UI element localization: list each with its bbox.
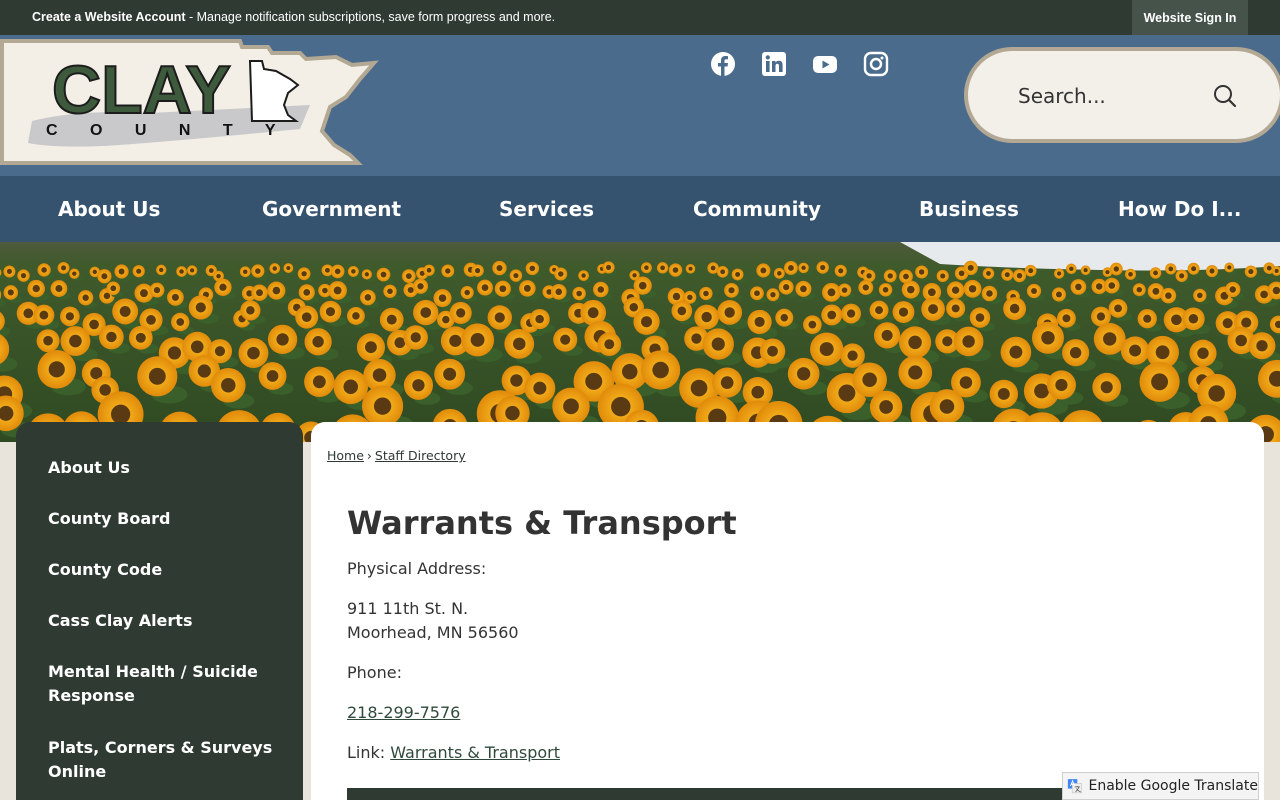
sidebar-item-cass-clay-alerts[interactable]: Cass Clay Alerts <box>48 609 278 633</box>
sign-in-button[interactable]: Website Sign In <box>1132 0 1248 35</box>
page-title: Warrants & Transport <box>347 504 737 542</box>
main-nav: About Us Government Services Community B… <box>0 176 1280 242</box>
sidebar-item-mental-health[interactable]: Mental Health / Suicide Response <box>48 660 278 708</box>
warrants-transport-link[interactable]: Warrants & Transport <box>390 743 560 762</box>
address-line-1: 911 11th St. N. <box>347 599 469 618</box>
breadcrumb-home[interactable]: Home <box>327 448 364 463</box>
sidebar-item-about-us[interactable]: About Us <box>48 456 278 480</box>
site-header: CLAY C O U N T Y <box>0 35 1280 176</box>
youtube-icon[interactable] <box>812 51 838 77</box>
link-label: Link: <box>347 743 391 762</box>
search-icon[interactable] <box>1212 83 1238 109</box>
main-content: Home › Staff Directory Warrants & Transpor… <box>311 422 1264 800</box>
logo-text: CLAY <box>52 52 231 128</box>
address-line-2: Moorhead, MN 56560 <box>347 623 519 642</box>
sidebar-menu: About Us County Board County Code Cass C… <box>16 422 303 800</box>
nav-services[interactable]: Services <box>499 176 594 242</box>
link-row: Link: Warrants & Transport <box>347 743 560 762</box>
create-account-link[interactable]: Create a Website Account <box>32 10 186 24</box>
instagram-icon[interactable] <box>863 51 889 77</box>
breadcrumb-staff-directory[interactable]: Staff Directory <box>375 448 466 463</box>
google-translate-button[interactable]: Enable Google Translate <box>1062 772 1259 800</box>
google-translate-icon <box>1067 779 1082 794</box>
breadcrumb-separator: › <box>366 448 372 463</box>
sidebar-item-county-board[interactable]: County Board <box>48 507 278 531</box>
nav-business[interactable]: Business <box>919 176 1019 242</box>
phone-link[interactable]: 218-299-7576 <box>347 703 460 722</box>
logo-subtext: C O U N T Y <box>46 122 290 139</box>
phone-label: Phone: <box>347 663 402 682</box>
sunflower-banner-image <box>0 242 1280 442</box>
account-description: - Manage notification subscriptions, sav… <box>185 10 556 24</box>
physical-address-label: Physical Address: <box>347 559 487 578</box>
account-banner: Create a Website Account - Manage notifi… <box>32 10 555 24</box>
facebook-icon[interactable] <box>710 51 736 77</box>
search-box <box>964 47 1280 143</box>
section-header-bar <box>347 788 1127 800</box>
linkedin-icon[interactable] <box>761 51 787 77</box>
phone-number: 218-299-7576 <box>347 703 460 722</box>
nav-community[interactable]: Community <box>693 176 821 242</box>
translate-label: Enable Google Translate <box>1088 778 1258 794</box>
sidebar-item-plats-corners-surveys[interactable]: Plats, Corners & Surveys Online <box>48 736 278 784</box>
nav-how-do-i[interactable]: How Do I... <box>1118 176 1241 242</box>
nav-government[interactable]: Government <box>262 176 401 242</box>
search-input[interactable] <box>1018 81 1198 111</box>
top-bar: Create a Website Account - Manage notifi… <box>0 0 1280 35</box>
sidebar-item-county-code[interactable]: County Code <box>48 558 278 582</box>
nav-about-us[interactable]: About Us <box>58 176 160 242</box>
clay-county-logo[interactable]: CLAY C O U N T Y <box>0 39 380 170</box>
breadcrumb: Home › Staff Directory <box>327 448 466 463</box>
